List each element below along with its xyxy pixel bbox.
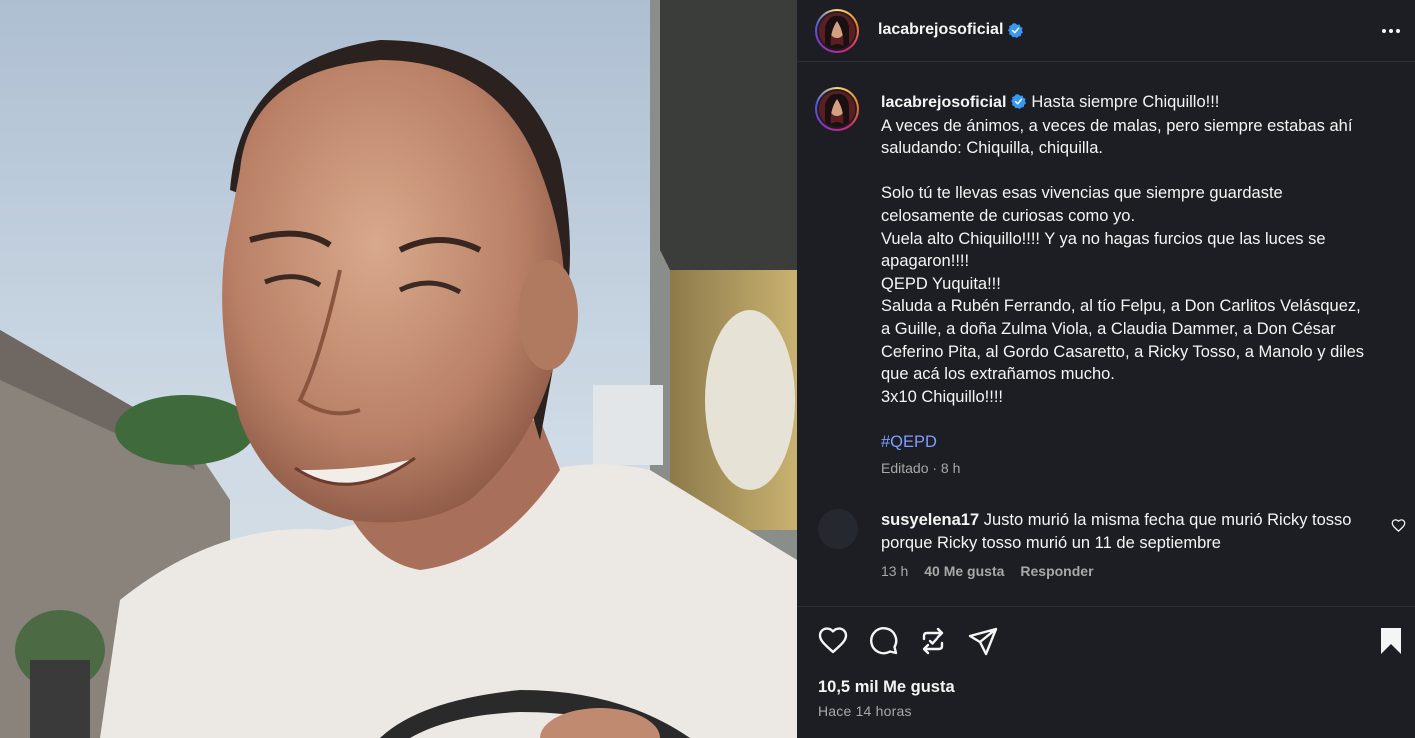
like-count[interactable]: 10,5 mil Me gusta xyxy=(818,678,955,697)
caption-line: Ceferino Pita, al Gordo Casaretto, a Ric… xyxy=(881,342,1365,361)
repost-icon xyxy=(922,627,944,655)
hashtag-link[interactable]: #QEPD xyxy=(881,433,937,451)
comment-time: 13 h xyxy=(881,563,909,579)
comment-button[interactable] xyxy=(867,625,899,657)
caption-line: Solo tú te llevas esas vivencias que sie… xyxy=(881,184,1283,203)
post-header: lacabrejosoficial xyxy=(797,0,1415,62)
comment-item: susyelena17 Justo murió la misma fecha q… xyxy=(881,509,1371,554)
more-options-button[interactable] xyxy=(1377,20,1405,42)
commenter-avatar[interactable] xyxy=(818,509,858,549)
more-options-icon xyxy=(1382,29,1386,33)
save-button[interactable] xyxy=(1375,625,1407,657)
verified-badge-icon xyxy=(1008,22,1024,38)
heart-icon xyxy=(818,627,848,654)
caption-line: A veces de ánimos, a veces de malas, per… xyxy=(881,116,1353,135)
caption-author-avatar[interactable] xyxy=(815,87,859,131)
like-button[interactable] xyxy=(817,625,849,657)
commenter-username[interactable]: susyelena17 xyxy=(881,511,979,529)
caption-line: Vuela alto Chiquillo!!!! Y ya no hagas f… xyxy=(881,229,1326,248)
caption-line: saludando: Chiquilla, chiquilla. xyxy=(881,139,1103,158)
caption-line: celosamente de curiosas como yo. xyxy=(881,206,1136,225)
comment-meta: 13 h 40 Me gusta Responder xyxy=(881,563,1094,579)
caption-line: apagaron!!!! xyxy=(881,252,970,271)
comment-text: porque Ricky tosso murió un 11 de septie… xyxy=(881,533,1221,552)
comment-bubble-icon xyxy=(870,627,898,655)
comment-text: Justo murió la misma fecha que murió Ric… xyxy=(983,511,1352,529)
actions-divider xyxy=(797,606,1415,607)
post-timestamp: Hace 14 horas xyxy=(818,703,912,719)
caption-line: QEPD Yuquita!!! xyxy=(881,274,1001,293)
author-username[interactable]: lacabrejosoficial xyxy=(878,21,1003,39)
caption-line: que acá los extrañamos mucho. xyxy=(881,365,1115,384)
caption-line: 3x10 Chiquillo!!!! xyxy=(881,387,1003,406)
post-caption: lacabrejosoficial Hasta siempre Chiquillo… xyxy=(881,91,1391,454)
repost-button[interactable] xyxy=(917,625,949,657)
caption-username[interactable]: lacabrejosoficial xyxy=(881,94,1006,111)
post-details-panel: lacabrejosoficial lacabrejosoficial Hasta… xyxy=(797,0,1415,738)
bookmark-icon xyxy=(1381,628,1401,654)
caption-line: Saluda a Rubén Ferrando, al tío Felpu, a… xyxy=(881,297,1361,316)
caption-line: Hasta siempre Chiquillo!!! xyxy=(1031,93,1220,111)
post-edited-meta: Editado · 8 h xyxy=(881,460,961,476)
author-avatar[interactable] xyxy=(815,9,859,53)
comment-likes[interactable]: 40 Me gusta xyxy=(924,563,1004,579)
caption-spacer xyxy=(881,408,1391,431)
send-icon xyxy=(968,627,998,656)
post-photo[interactable] xyxy=(0,0,797,738)
caption-spacer xyxy=(881,160,1391,183)
verified-badge-icon xyxy=(1011,94,1027,109)
share-button[interactable] xyxy=(967,625,999,657)
comment-heart-icon[interactable] xyxy=(1391,518,1406,533)
reply-button[interactable]: Responder xyxy=(1020,563,1093,579)
caption-line: a Guille, a doña Zulma Viola, a Claudia … xyxy=(881,319,1336,338)
post-photo-illustration xyxy=(0,0,797,738)
